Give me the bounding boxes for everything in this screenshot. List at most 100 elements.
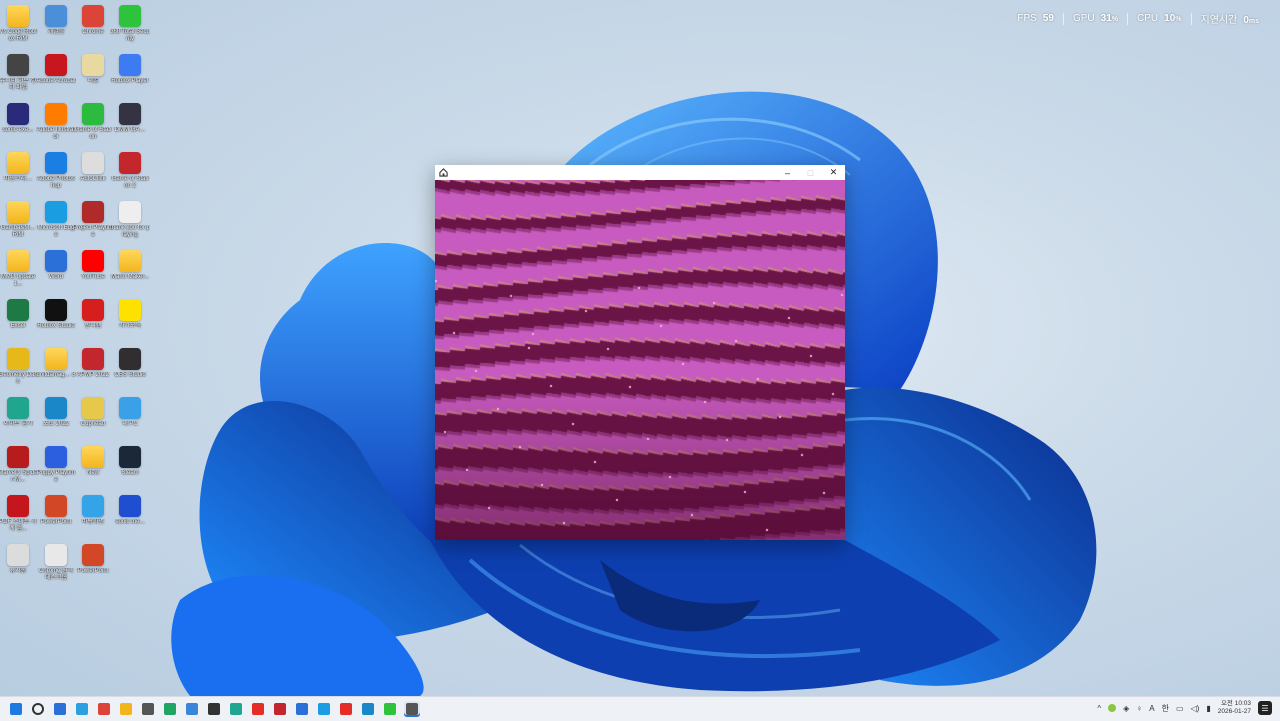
chrome-icon bbox=[82, 5, 104, 27]
desktop-icon-label: Roblox Player bbox=[111, 78, 149, 84]
taskbar-app-icon[interactable] bbox=[382, 701, 398, 717]
microphone-icon[interactable]: ♀ bbox=[1136, 704, 1142, 713]
taskbar-widgets-icon[interactable] bbox=[74, 701, 90, 717]
desktop-icon[interactable]: 바탕화면 bbox=[73, 495, 113, 541]
desktop-icon[interactable]: 마인크래… bbox=[0, 152, 38, 198]
desktop-icon[interactable]: MMD update 1... bbox=[0, 250, 38, 296]
chevron-up-icon[interactable]: ^ bbox=[1097, 704, 1101, 713]
desktop-icon[interactable]: 카카오톡 bbox=[110, 299, 150, 345]
desktop-icon[interactable]: Steam bbox=[110, 446, 150, 492]
desktop-icon[interactable]: Chrome 원격 데스크톱 bbox=[36, 544, 76, 590]
close-button[interactable]: ✕ bbox=[822, 165, 845, 180]
file-explorer-icon bbox=[120, 703, 132, 715]
taskbar-roblox-studio-icon[interactable] bbox=[404, 701, 420, 717]
desktop-icon[interactable]: APMP 2022 bbox=[73, 348, 113, 394]
desktop-icon[interactable]: PowerPoint bbox=[73, 544, 113, 590]
taskbar-app-icon[interactable] bbox=[184, 701, 200, 717]
language-indicator[interactable]: 한 bbox=[1162, 703, 1169, 714]
desktop-icon[interactable]: sonic-exe... bbox=[0, 103, 38, 149]
taskbar-youtube-icon[interactable] bbox=[338, 701, 354, 717]
desktop-icon[interactable]: Marvel's Spider-M... bbox=[0, 446, 38, 492]
taskbar-app-icon[interactable] bbox=[360, 701, 376, 717]
taskbar-file-explorer-icon[interactable] bbox=[118, 701, 134, 717]
taskbar-edge-icon[interactable] bbox=[316, 701, 332, 717]
desktop-icon[interactable]: 개발툴 bbox=[36, 5, 76, 51]
desktop-icon[interactable]: 유니티 허브 설치 파일 bbox=[0, 54, 38, 100]
desktop-icon-label: New bbox=[86, 470, 99, 476]
taskbar-app-icon[interactable] bbox=[228, 701, 244, 717]
taskbar-app-icon[interactable] bbox=[162, 701, 178, 717]
window-titlebar[interactable]: – □ ✕ bbox=[435, 165, 845, 180]
desktop-icon[interactable]: Adobe Illustrator bbox=[36, 103, 76, 149]
desktop-icon[interactable]: Geometry Dash bbox=[0, 348, 38, 394]
tray-app-icon[interactable] bbox=[1108, 704, 1117, 712]
desktop-icon[interactable]: 씨이트 넘기 bbox=[0, 397, 38, 443]
taskbar-app-icon[interactable] bbox=[140, 701, 156, 717]
taskbar-app-icon[interactable] bbox=[294, 701, 310, 717]
system-tray: ^ ◈ ♀ A 한 ▭ ◁) ▮ 오전 10:03 2026-01-27 ☰ bbox=[1097, 700, 1272, 716]
app-icon bbox=[186, 703, 198, 715]
app-render-canvas[interactable] bbox=[435, 180, 845, 540]
taskbar-app-icon[interactable] bbox=[206, 701, 222, 717]
desktop-icon[interactable]: YouTube bbox=[73, 250, 113, 296]
desktop-icon[interactable]: Chrome bbox=[73, 5, 113, 51]
desktop-icon[interactable]: 포토 2022 bbox=[36, 397, 76, 443]
desktop-icon[interactable]: 휴지통 bbox=[0, 544, 38, 590]
desktop-icon[interactable]: Mario Maker... bbox=[110, 250, 150, 296]
desktop-icon-label: 포토 2022 bbox=[42, 421, 70, 427]
desktop-icon[interactable]: Adobe Photoshop bbox=[36, 152, 76, 198]
taskbar-task-view-icon[interactable] bbox=[52, 701, 68, 717]
desktop-icon-label: 카카오톡 bbox=[118, 323, 142, 329]
desktop-icon[interactable]: Microsoft Edge bbox=[36, 201, 76, 247]
maximize-button[interactable]: □ bbox=[799, 165, 822, 180]
clock[interactable]: 오전 10:03 2026-01-27 bbox=[1218, 700, 1251, 716]
remote-desktop-icon bbox=[45, 544, 67, 566]
battery-icon[interactable]: ▮ bbox=[1206, 704, 1210, 713]
fps-value: 59 bbox=[1042, 13, 1054, 24]
desktop-icon[interactable]: PowerPoint bbox=[36, 495, 76, 541]
desktop-icon-grid: Vs Code Roblox RiM 개발툴 Chrome 360 Total Sec… bbox=[0, 0, 160, 696]
network-icon[interactable]: ▭ bbox=[1176, 704, 1184, 713]
desktop-icon[interactable]: 360 Total Security bbox=[110, 5, 150, 51]
taskbar-chrome-icon[interactable] bbox=[96, 701, 112, 717]
app-window[interactable]: – □ ✕ bbox=[435, 165, 845, 540]
desktop-icon[interactable]: Roblox Player bbox=[110, 54, 150, 100]
desktop-icon[interactable]: OBS Studio bbox=[110, 348, 150, 394]
desktop-icon[interactable]: Cuphead bbox=[73, 397, 113, 443]
desktop-icon[interactable]: 너굴 bbox=[73, 54, 113, 100]
sonic-icon bbox=[119, 495, 141, 517]
desktop-icon[interactable]: Word bbox=[36, 250, 76, 296]
desktop-icon[interactable]: 반디캠 bbox=[73, 299, 113, 345]
edge-icon bbox=[318, 703, 330, 715]
desktop-icon[interactable]: Vs Code Roblox RiM bbox=[0, 5, 38, 51]
desktop-icon[interactable]: Excel bbox=[0, 299, 38, 345]
desktop-icon[interactable]: Poppy Playtime bbox=[36, 446, 76, 492]
app-house-icon bbox=[439, 168, 448, 177]
desktop-icon[interactable]: Adobe Acrobat bbox=[36, 54, 76, 100]
desktop-icon[interactable]: Game of Station 2 bbox=[110, 152, 150, 198]
desktop-icon[interactable]: New bbox=[73, 446, 113, 492]
desktop-icon[interactable]: DMM GA… bbox=[110, 103, 150, 149]
desktop-icon[interactable]: Gamba&M… RiM bbox=[0, 201, 38, 247]
desktop-icon[interactable]: 내 PC bbox=[110, 397, 150, 443]
desktop-icon[interactable]: PDF 스마트 시계 앱... bbox=[0, 495, 38, 541]
desktop-icon[interactable]: Project Playtime bbox=[73, 201, 113, 247]
fps-readout: FPS 59 bbox=[1008, 13, 1063, 24]
notification-icon[interactable]: ☰ bbox=[1258, 701, 1272, 715]
desktop-icon[interactable]: Game of Station bbox=[73, 103, 113, 149]
desktop-icon[interactable]: AutoClick bbox=[73, 152, 113, 198]
desktop-icon[interactable]: sonic the... bbox=[110, 495, 150, 541]
taskbar-youtube-icon[interactable] bbox=[250, 701, 266, 717]
taskbar-app-icon[interactable] bbox=[272, 701, 288, 717]
desktop-icon[interactable]: Roblox Studio bbox=[36, 299, 76, 345]
minimize-button[interactable]: – bbox=[776, 165, 799, 180]
taskbar-start-icon[interactable] bbox=[8, 701, 24, 717]
desktop-icon[interactable]: unitdamag… 8 bbox=[36, 348, 76, 394]
ime-mode[interactable]: A bbox=[1149, 704, 1154, 713]
desktop-icon[interactable]: thank you for playing bbox=[110, 201, 150, 247]
volume-icon[interactable]: ◁) bbox=[1191, 704, 1200, 713]
roblox-studio-icon bbox=[45, 299, 67, 321]
shield-icon[interactable]: ◈ bbox=[1123, 704, 1129, 713]
folder-icon bbox=[119, 250, 141, 272]
taskbar-search-icon[interactable] bbox=[30, 701, 46, 717]
